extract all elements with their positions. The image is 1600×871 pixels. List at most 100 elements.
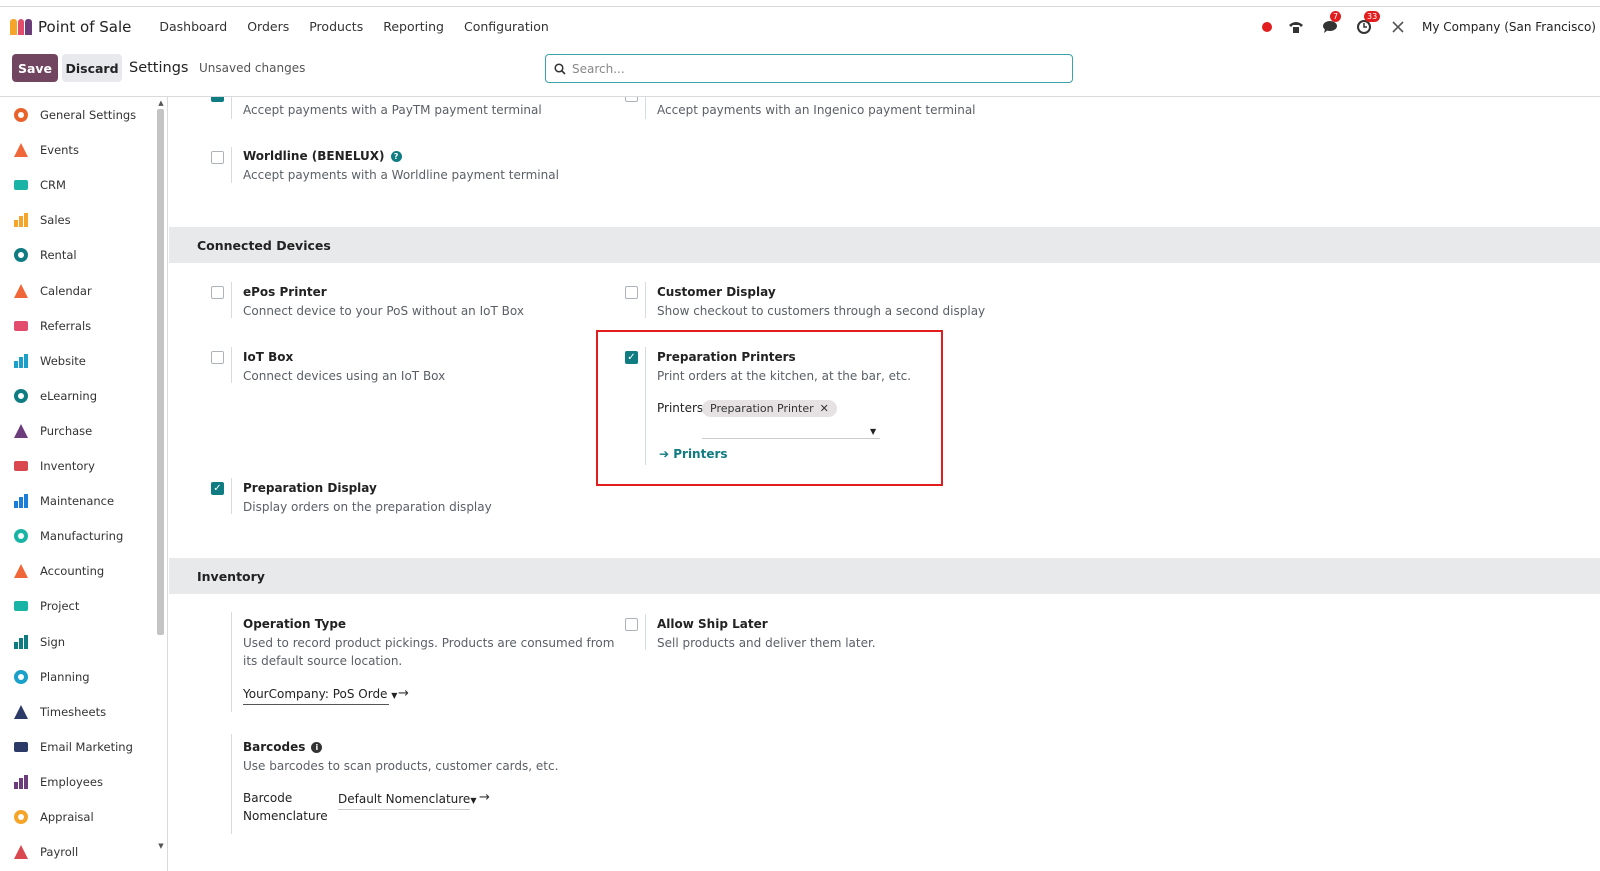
operation-type-value: YourCompany: PoS Orde	[243, 687, 388, 701]
app-logo[interactable]: Point of Sale	[10, 18, 149, 36]
sidebar-item-payroll[interactable]: Payroll	[10, 840, 78, 864]
customer-display-description: Show checkout to customers through a sec…	[657, 304, 986, 318]
activity-badge: 33	[1364, 11, 1381, 22]
allow-ship-later-title: Allow Ship Later	[657, 617, 768, 631]
ingenico-description: Accept payments with an Ingenico payment…	[657, 103, 976, 117]
setting-divider	[231, 734, 232, 834]
sidebar-item-crm[interactable]: CRM	[10, 173, 66, 197]
barcode-nomenclature-select[interactable]: Default Nomenclature▼	[338, 792, 476, 810]
sidebar-item-inventory[interactable]: Inventory	[10, 454, 95, 478]
preparation-display-description: Display orders on the preparation displa…	[243, 500, 492, 514]
pos-logo-icon	[10, 18, 33, 35]
sidebar-item-email-marketing[interactable]: Email Marketing	[10, 735, 133, 759]
sidebar-item-website[interactable]: Website	[10, 349, 86, 373]
worldline-checkbox[interactable]	[211, 151, 224, 164]
sidebar-item-appraisal[interactable]: Appraisal	[10, 805, 94, 829]
ingenico-checkbox[interactable]	[625, 97, 638, 102]
sidebar-item-maintenance[interactable]: Maintenance	[10, 489, 114, 513]
sidebar-scrollbar[interactable]	[157, 109, 164, 635]
sidebar-item-employees[interactable]: Employees	[10, 770, 103, 794]
company-switcher[interactable]: My Company (San Francisco)	[1422, 20, 1596, 34]
sidebar-item-sales[interactable]: Sales	[10, 208, 71, 232]
purchase-icon	[10, 422, 32, 440]
sign-icon	[10, 633, 32, 651]
referrals-icon	[10, 317, 32, 335]
chat-icon[interactable]: 7	[1320, 11, 1342, 37]
sidebar-item-events[interactable]: Events	[10, 138, 79, 162]
sidebar-item-project[interactable]: Project	[10, 594, 79, 618]
setting-divider	[231, 478, 232, 514]
sidebar-item-manufacturing[interactable]: Manufacturing	[10, 524, 123, 548]
sidebar-item-label: Sales	[40, 213, 71, 228]
worldline-title: Worldline (BENELUX)?	[243, 149, 402, 163]
epos-printer-checkbox[interactable]	[211, 286, 224, 299]
sidebar-item-calendar[interactable]: Calendar	[10, 279, 92, 303]
sidebar-item-label: Inventory	[40, 459, 95, 473]
tools-icon[interactable]	[1388, 17, 1408, 37]
employees-icon	[10, 773, 32, 791]
sidebar-item-label: CRM	[40, 178, 66, 193]
search-input[interactable]	[572, 61, 1052, 76]
general-settings-icon	[10, 106, 32, 124]
epos-printer-description: Connect device to your PoS without an Io…	[243, 304, 524, 318]
setting-divider	[231, 347, 232, 383]
internal-link-arrow-icon[interactable]: →	[398, 686, 409, 701]
iot-box-title: IoT Box	[243, 350, 294, 364]
barcodes-description: Use barcodes to scan products, customer …	[243, 759, 559, 773]
menu-configuration[interactable]: Configuration	[454, 19, 559, 34]
sidebar-item-elearning[interactable]: eLearning	[10, 384, 97, 408]
timesheets-icon	[10, 703, 32, 721]
menu-dashboard[interactable]: Dashboard	[149, 19, 237, 34]
sidebar-item-general-settings[interactable]: General Settings	[10, 103, 136, 127]
sidebar-item-accounting[interactable]: Accounting	[10, 559, 104, 583]
sidebar-item-sign[interactable]: Sign	[10, 630, 65, 654]
search-bar[interactable]	[545, 54, 1073, 83]
settings-content: Accept payments with a PayTM payment ter…	[169, 97, 1600, 871]
operation-type-description: Used to record product pickings. Product…	[243, 636, 615, 650]
phone-icon[interactable]	[1286, 17, 1306, 37]
discard-button[interactable]: Discard	[62, 54, 122, 82]
manufacturing-icon	[10, 527, 32, 545]
sidebar-item-planning[interactable]: Planning	[10, 665, 90, 689]
customer-display-checkbox[interactable]	[625, 286, 638, 299]
recording-indicator-icon[interactable]	[1262, 22, 1273, 32]
activity-clock-icon[interactable]: 33	[1354, 11, 1381, 37]
worldline-title-text: Worldline (BENELUX)	[243, 149, 385, 163]
sidebar-item-timesheets[interactable]: Timesheets	[10, 700, 106, 724]
menu-reporting[interactable]: Reporting	[373, 19, 454, 34]
setting-divider	[645, 97, 646, 119]
menu-products[interactable]: Products	[299, 19, 373, 34]
inventory-icon	[10, 457, 32, 475]
dropdown-caret-icon: ▼	[391, 691, 398, 700]
menu-orders[interactable]: Orders	[237, 19, 299, 34]
allow-ship-later-checkbox[interactable]	[625, 618, 638, 631]
setting-divider	[231, 147, 232, 183]
paytm-checkbox[interactable]	[211, 97, 224, 102]
sidebar-item-purchase[interactable]: Purchase	[10, 419, 92, 443]
sidebar-item-referrals[interactable]: Referrals	[10, 314, 91, 338]
elearning-icon	[10, 387, 32, 405]
sidebar-item-label: Purchase	[40, 423, 93, 438]
save-button[interactable]: Save	[12, 54, 58, 82]
sidebar-item-label: Employees	[40, 774, 103, 789]
iot-box-checkbox[interactable]	[211, 351, 224, 364]
info-icon[interactable]: i	[311, 742, 323, 753]
setting-divider	[231, 97, 232, 119]
barcode-nomenclature-label: Barcode	[243, 791, 293, 805]
events-icon	[10, 141, 32, 159]
unsaved-status: Unsaved changes	[199, 61, 306, 75]
operation-type-select[interactable]: YourCompany: PoS Orde ▼	[243, 687, 397, 705]
sales-icon	[10, 211, 32, 229]
help-icon[interactable]: ?	[390, 151, 402, 162]
section-inventory: Inventory	[169, 558, 1600, 594]
internal-link-arrow-icon[interactable]: →	[479, 790, 490, 805]
preparation-display-checkbox[interactable]: ✓	[211, 482, 224, 495]
app-name[interactable]: Point of Sale	[38, 18, 131, 36]
sidebar-item-label: eLearning	[40, 388, 98, 403]
scroll-up-arrow-icon[interactable]: ▲	[157, 99, 165, 107]
sidebar-item-rental[interactable]: Rental	[10, 243, 77, 267]
planning-icon	[10, 668, 32, 686]
scroll-down-arrow-icon[interactable]: ▼	[157, 842, 165, 850]
sidebar-item-label: Sign	[40, 634, 66, 649]
crm-icon	[10, 176, 32, 194]
